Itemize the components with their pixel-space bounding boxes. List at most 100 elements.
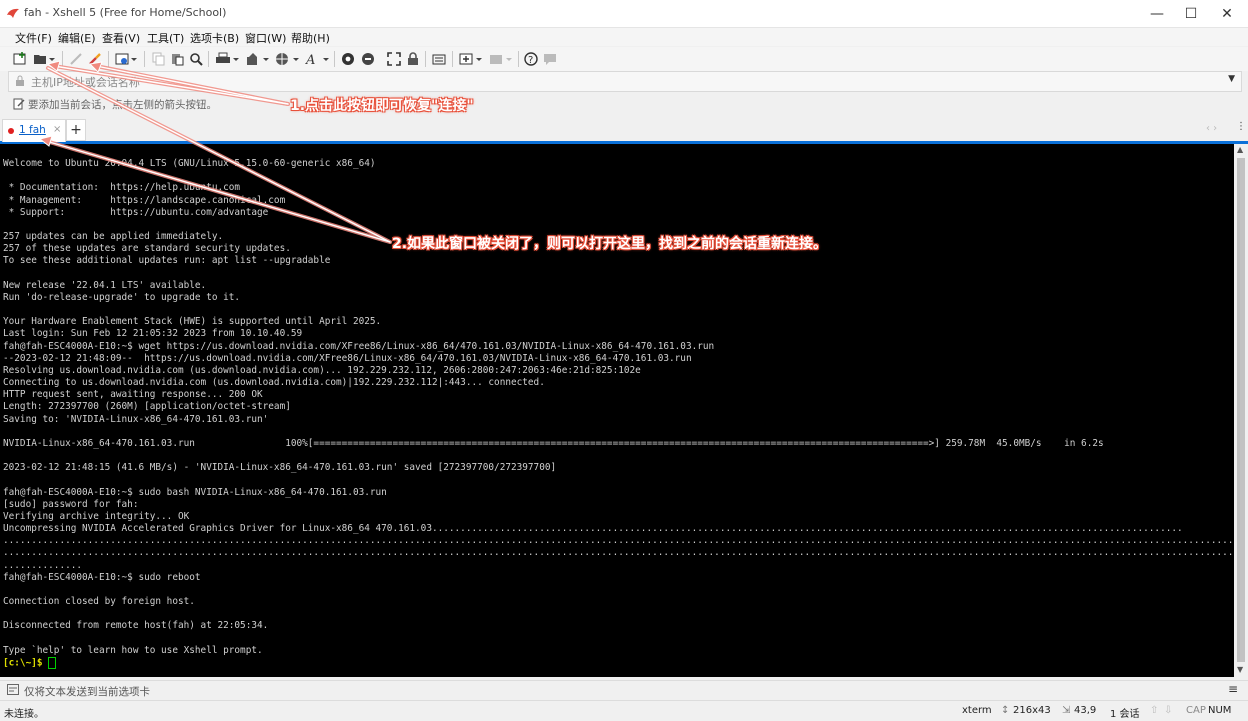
terminal-line: To see these additional updates run: apt…: [3, 255, 331, 267]
tab-session-fah[interactable]: 1 fah ×: [2, 119, 66, 142]
terminal-line: Connecting to us.download.nvidia.com (us…: [3, 377, 545, 389]
terminal-line: ..............: [3, 559, 83, 571]
close-button[interactable]: ✕: [1208, 0, 1246, 27]
script-icon[interactable]: [340, 50, 356, 68]
menu-tabs[interactable]: 选项卡(B): [190, 30, 239, 46]
terminal-line: HTTP request sent, awaiting response... …: [3, 389, 263, 401]
terminal-line: [sudo] password for fah:: [3, 498, 139, 510]
compose-target-label: 仅将文本发送到当前选项卡: [24, 686, 150, 698]
caps-lock-indicator: CAP: [1186, 705, 1206, 716]
menu-window[interactable]: 窗口(W): [245, 30, 286, 46]
help-icon[interactable]: ?: [523, 50, 539, 68]
terminal-line: * Support: https://ubuntu.com/advantage: [3, 206, 269, 218]
add-session-arrow-icon[interactable]: [12, 97, 26, 111]
upload-arrow-icon: ⇧: [1150, 705, 1159, 716]
menu-bar: 文件(F) 编辑(E) 查看(V) 工具(T) 选项卡(B) 窗口(W) 帮助(…: [0, 28, 1248, 46]
toolbar: A ?: [0, 47, 1248, 71]
terminal-line: 257 updates can be applied immediately.: [3, 231, 224, 243]
download-arrow-icon: ⇩: [1164, 705, 1173, 716]
terminal-line: NVIDIA-Linux-x86_64-470.161.03.run 100%[…: [3, 437, 1104, 449]
terminal-scrollbar[interactable]: ▲ ▼: [1234, 144, 1248, 677]
annotation-callout-2: 2.如果此窗口被关闭了，则可以打开这里，找到之前的会话重新连接。: [392, 236, 828, 252]
terminal-line: Disconnected from remote host(fah) at 22…: [3, 620, 269, 632]
compose-menu-icon[interactable]: ≡: [1228, 682, 1238, 696]
open-session-icon[interactable]: [32, 50, 56, 68]
menu-tools[interactable]: 工具(T): [147, 30, 184, 46]
terminal-line: Uncompressing NVIDIA Accelerated Graphic…: [3, 523, 1183, 535]
layout-icon[interactable]: [488, 50, 514, 68]
local-prompt: [c:\~]$: [3, 657, 49, 669]
tab-label[interactable]: 1 fah: [19, 124, 46, 136]
new-session-icon[interactable]: [12, 50, 28, 68]
compose-icon[interactable]: [7, 684, 19, 695]
scroll-down-icon[interactable]: ▼: [1237, 665, 1243, 674]
add-pane-icon[interactable]: [458, 50, 484, 68]
terminal-line: Your Hardware Enablement Stack (HWE) is …: [3, 316, 382, 328]
terminal-line: Saving to: 'NVIDIA-Linux-x86_64-470.161.…: [3, 413, 269, 425]
compose-bar[interactable]: 仅将文本发送到当前选项卡 ≡: [0, 680, 1248, 699]
address-bar[interactable]: 主机IP地址或会话名称 ▼: [8, 71, 1242, 92]
maximize-button[interactable]: ☐: [1172, 0, 1210, 27]
globe-icon[interactable]: [274, 50, 300, 68]
terminal-output[interactable]: Welcome to Ubuntu 20.04.4 LTS (GNU/Linux…: [0, 144, 1234, 677]
terminal-line: ........................................…: [3, 535, 1234, 547]
position-icon: ⇲: [1062, 705, 1071, 716]
reconnect-icon[interactable]: [87, 50, 103, 68]
lock-icon[interactable]: [405, 50, 421, 68]
terminal-line: fah@fah-ESC4000A-E10:~$ sudo bash NVIDIA…: [3, 486, 387, 498]
terminal-line: fah@fah-ESC4000A-E10:~$ wget https://us.…: [3, 340, 715, 352]
xshell-logo-icon: [7, 8, 19, 18]
terminal-line: 257 of these updates are standard securi…: [3, 243, 291, 255]
num-lock-indicator: NUM: [1208, 705, 1232, 716]
print-icon[interactable]: [214, 50, 240, 68]
status-bar: 未连接。 xterm ↕ 216x43 ⇲ 43,9 1 会话 ⇧ ⇩ CAP …: [0, 700, 1248, 721]
terminal-line: 2023-02-12 21:48:15 (41.6 MB/s) - 'NVIDI…: [3, 462, 557, 474]
terminal-cursor: [48, 656, 57, 669]
keymap-icon[interactable]: [360, 50, 376, 68]
lock-small-icon: [16, 75, 24, 86]
svg-text:A: A: [305, 53, 315, 66]
size-icon: ↕: [1001, 705, 1010, 716]
menu-view[interactable]: 查看(V): [102, 30, 140, 46]
keyboard-icon[interactable]: [431, 50, 447, 68]
terminal-line: ........................................…: [3, 547, 1234, 559]
terminal-line: Run 'do-release-upgrade' to upgrade to i…: [3, 291, 241, 303]
new-tab-button[interactable]: +: [66, 119, 86, 141]
transfer-icon[interactable]: [244, 50, 270, 68]
disconnect-icon[interactable]: [68, 50, 84, 68]
find-icon[interactable]: [188, 50, 204, 68]
scroll-up-icon[interactable]: ▲: [1237, 145, 1243, 154]
copy-icon[interactable]: [150, 50, 166, 68]
terminal-line: Type `help' to learn how to use Xshell p…: [3, 644, 263, 656]
menu-file[interactable]: 文件(F): [15, 30, 52, 46]
address-dropdown-icon[interactable]: ▼: [1228, 74, 1235, 84]
chat-icon[interactable]: [542, 50, 558, 68]
session-hint-text: 要添加当前会话，点击左侧的箭头按钮。: [28, 99, 217, 111]
connection-status: 未连接。: [4, 709, 44, 720]
settings-icon[interactable]: [114, 50, 138, 68]
title-bar: fah - Xshell 5 (Free for Home/School) — …: [0, 0, 1248, 28]
tab-bar: 1 fah × + ‹ › ⋮: [0, 117, 1248, 144]
scrollbar-thumb[interactable]: [1237, 158, 1245, 662]
tab-scroll-icon[interactable]: ‹ ›: [1206, 123, 1217, 134]
menu-help[interactable]: 帮助(H): [291, 30, 330, 46]
terminal-line: Welcome to Ubuntu 20.04.4 LTS (GNU/Linux…: [3, 158, 376, 169]
font-icon[interactable]: A: [304, 50, 330, 68]
tab-close-icon[interactable]: ×: [53, 124, 61, 135]
menu-edit[interactable]: 编辑(E): [58, 30, 96, 46]
terminal-size: 216x43: [1013, 705, 1051, 716]
address-input[interactable]: 主机IP地址或会话名称: [31, 74, 140, 90]
tab-menu-icon[interactable]: ⋮: [1236, 121, 1246, 132]
minimize-button[interactable]: —: [1138, 0, 1176, 27]
terminal-line: Resolving us.download.nvidia.com (us.dow…: [3, 364, 641, 376]
local-prompt-line: [c:\~]$: [3, 656, 57, 670]
disconnected-status-icon: [8, 128, 14, 134]
terminal-line: Verifying archive integrity... OK: [3, 510, 190, 522]
paste-icon[interactable]: [169, 50, 185, 68]
terminal-line: * Management: https://landscape.canonica…: [3, 194, 286, 206]
terminal-line: * Documentation: https://help.ubuntu.com: [3, 182, 241, 194]
terminal-line: --2023-02-12 21:48:09-- https://us.downl…: [3, 352, 692, 364]
fullscreen-icon[interactable]: [386, 50, 402, 68]
svg-text:?: ?: [528, 55, 533, 66]
terminal-line: Last login: Sun Feb 12 21:05:32 2023 fro…: [3, 328, 303, 340]
